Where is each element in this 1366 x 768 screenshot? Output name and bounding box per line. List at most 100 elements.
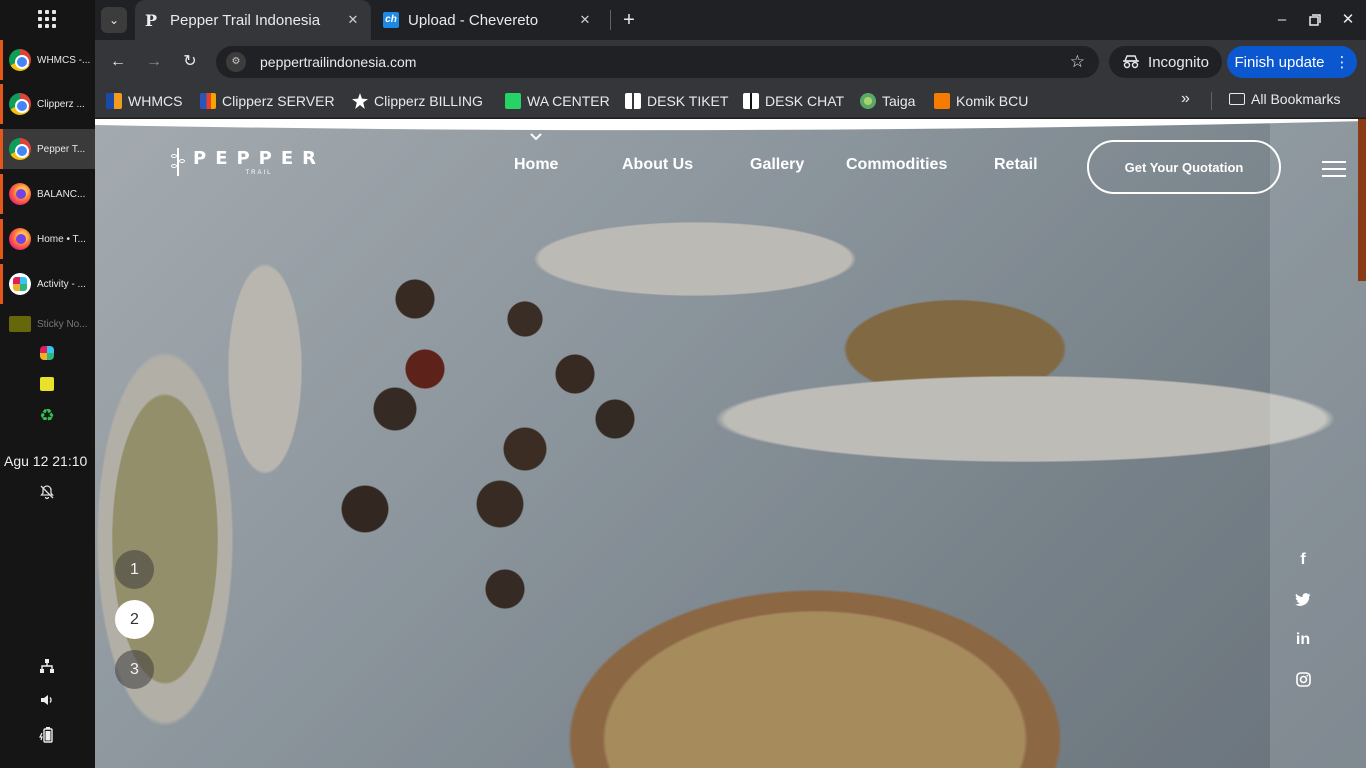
twitter-icon[interactable] bbox=[1293, 593, 1313, 607]
close-icon[interactable]: ✕ bbox=[345, 12, 361, 28]
taskbar-item-activity[interactable]: Activity - ... bbox=[0, 264, 95, 304]
back-button[interactable]: ← bbox=[106, 50, 130, 74]
whatsapp-icon bbox=[505, 93, 521, 109]
slack-tray-icon[interactable] bbox=[40, 346, 54, 360]
chrome-icon bbox=[9, 49, 31, 71]
app-grid-icon[interactable] bbox=[36, 8, 58, 30]
clock[interactable]: Agu 12 21:10 bbox=[4, 453, 87, 469]
bookmark-label: Clipperz SERVER bbox=[222, 93, 335, 109]
bookmark-label: Komik BCU bbox=[956, 93, 1029, 109]
slide-dot-1[interactable]: 1 bbox=[115, 550, 154, 589]
bookmark-label: DESK CHAT bbox=[765, 93, 845, 109]
recycle-tray-icon[interactable]: ♻ bbox=[38, 407, 56, 425]
firefox-icon bbox=[9, 228, 31, 250]
bookmarks-divider bbox=[1211, 92, 1212, 110]
minimize-icon[interactable]: – bbox=[1270, 8, 1294, 32]
bookmark-desk-tiket[interactable]: DESK TIKET bbox=[625, 91, 728, 111]
firefox-icon bbox=[9, 183, 31, 205]
forward-button[interactable]: → bbox=[142, 50, 166, 74]
tab-pepper-trail[interactable]: P Pepper Trail Indonesia ✕ bbox=[135, 0, 371, 40]
close-icon[interactable]: ✕ bbox=[577, 12, 593, 28]
restore-icon[interactable] bbox=[1303, 8, 1327, 32]
reload-button[interactable]: ↻ bbox=[178, 50, 202, 74]
logo-wordmark: PEPPER bbox=[193, 148, 326, 169]
whmcs-icon bbox=[106, 93, 122, 109]
all-bookmarks-label: All Bookmarks bbox=[1251, 91, 1341, 107]
finish-update-button[interactable]: Finish update ⋮ bbox=[1227, 46, 1357, 78]
billing-star-icon bbox=[352, 93, 368, 109]
bookmark-whmcs[interactable]: WHMCS bbox=[106, 91, 182, 111]
notes-tray-icon[interactable] bbox=[40, 377, 54, 391]
browser-toolbar: ← → ↻ ⚙ peppertrailindonesia.com ☆ Incog… bbox=[95, 40, 1366, 84]
nav-home[interactable]: Home bbox=[514, 156, 558, 174]
notifications-muted-icon[interactable] bbox=[38, 484, 56, 504]
tab-chevereto[interactable]: ch Upload - Chevereto ✕ bbox=[373, 0, 603, 40]
site-settings-icon[interactable]: ⚙ bbox=[226, 52, 246, 72]
taskbar-item-label: Clipperz ... bbox=[37, 98, 85, 110]
address-bar[interactable]: ⚙ peppertrailindonesia.com ☆ bbox=[216, 46, 1099, 78]
finish-update-label: Finish update bbox=[1234, 53, 1325, 71]
bookmark-clipperz-server[interactable]: Clipperz SERVER bbox=[200, 91, 335, 111]
bookmark-taiga[interactable]: Taiga bbox=[860, 91, 915, 111]
nav-retail[interactable]: Retail bbox=[994, 156, 1038, 174]
taskbar-item-pepper-trail[interactable]: Pepper T... bbox=[0, 129, 95, 169]
more-bookmarks-icon[interactable]: » bbox=[1181, 90, 1190, 108]
taskbar-item-sticky-notes[interactable]: Sticky No... bbox=[0, 308, 95, 340]
bookmark-label: DESK TIKET bbox=[647, 93, 729, 109]
slide-dot-2[interactable]: 2 bbox=[115, 600, 154, 639]
nav-commodities[interactable]: Commodities bbox=[846, 156, 947, 174]
battery-charging-icon[interactable] bbox=[36, 726, 58, 747]
network-icon[interactable] bbox=[36, 658, 58, 677]
bookmark-label: Clipperz BILLING bbox=[374, 93, 483, 109]
url-text[interactable]: peppertrailindonesia.com bbox=[260, 54, 1070, 70]
taskbar-item-whmcs[interactable]: WHMCS -... bbox=[0, 40, 95, 80]
tab-divider bbox=[610, 10, 611, 30]
taskbar-item-label: Home • T... bbox=[37, 233, 86, 245]
nav-gallery[interactable]: Gallery bbox=[750, 156, 804, 174]
page-viewport[interactable]: PEPPER TRAIL Home About Us Gallery Commo… bbox=[95, 119, 1366, 768]
tab-search-button[interactable]: ⌄ bbox=[101, 7, 127, 33]
bookmark-wa-center[interactable]: WA CENTER bbox=[505, 91, 610, 111]
site-favicon: P bbox=[145, 10, 158, 30]
tab-title: Upload - Chevereto bbox=[408, 11, 539, 29]
bookmark-desk-chat[interactable]: DESK CHAT bbox=[743, 91, 844, 111]
bookmark-star-icon[interactable]: ☆ bbox=[1070, 52, 1085, 72]
volume-icon[interactable] bbox=[36, 692, 58, 711]
site-favicon: ch bbox=[383, 12, 399, 28]
bookmark-label: WHMCS bbox=[128, 93, 183, 109]
get-quotation-button[interactable]: Get Your Quotation bbox=[1087, 140, 1281, 194]
taskbar-item-label: Activity - ... bbox=[37, 278, 86, 290]
nav-about-us[interactable]: About Us bbox=[622, 156, 693, 174]
slide-dot-3[interactable]: 3 bbox=[115, 650, 154, 689]
taskbar-item-label: WHMCS -... bbox=[37, 54, 91, 66]
incognito-icon bbox=[1123, 55, 1140, 69]
close-window-icon[interactable]: ✕ bbox=[1336, 8, 1360, 32]
menu-icon[interactable] bbox=[1322, 161, 1346, 177]
desk-icon bbox=[625, 93, 641, 109]
desk-chat-icon bbox=[743, 93, 759, 109]
new-tab-button[interactable]: + bbox=[615, 6, 643, 34]
taskbar-item-label: Pepper T... bbox=[37, 143, 86, 155]
scroll-progress-bar bbox=[1358, 119, 1366, 281]
bookmark-komik-bcu[interactable]: Komik BCU bbox=[934, 91, 1028, 111]
instagram-icon[interactable] bbox=[1293, 672, 1313, 687]
bookmark-clipperz-billing[interactable]: Clipperz BILLING bbox=[352, 91, 483, 111]
all-bookmarks-button[interactable]: All Bookmarks bbox=[1229, 91, 1340, 107]
site-logo[interactable]: PEPPER TRAIL bbox=[171, 147, 325, 177]
browser-tab-strip: ⌄ P Pepper Trail Indonesia ✕ ch Upload -… bbox=[95, 0, 1366, 40]
chevron-down-icon bbox=[529, 131, 543, 145]
taskbar-item-clipperz[interactable]: Clipperz ... bbox=[0, 84, 95, 124]
linkedin-icon[interactable]: in bbox=[1293, 631, 1313, 649]
taskbar-item-home[interactable]: Home • T... bbox=[0, 219, 95, 259]
more-vert-icon: ⋮ bbox=[1334, 54, 1350, 71]
bookmarks-bar: WHMCS Clipperz SERVER Clipperz BILLING W… bbox=[95, 84, 1366, 118]
incognito-label: Incognito bbox=[1148, 53, 1209, 71]
chrome-icon bbox=[9, 93, 31, 115]
bookmark-label: WA CENTER bbox=[527, 93, 610, 109]
taiga-icon bbox=[860, 93, 876, 109]
facebook-icon[interactable]: f bbox=[1293, 551, 1313, 569]
taskbar-item-label: Sticky No... bbox=[37, 318, 88, 330]
incognito-indicator[interactable]: Incognito bbox=[1109, 46, 1222, 78]
taskbar-item-balance[interactable]: BALANC... bbox=[0, 174, 95, 214]
blogger-icon bbox=[934, 93, 950, 109]
